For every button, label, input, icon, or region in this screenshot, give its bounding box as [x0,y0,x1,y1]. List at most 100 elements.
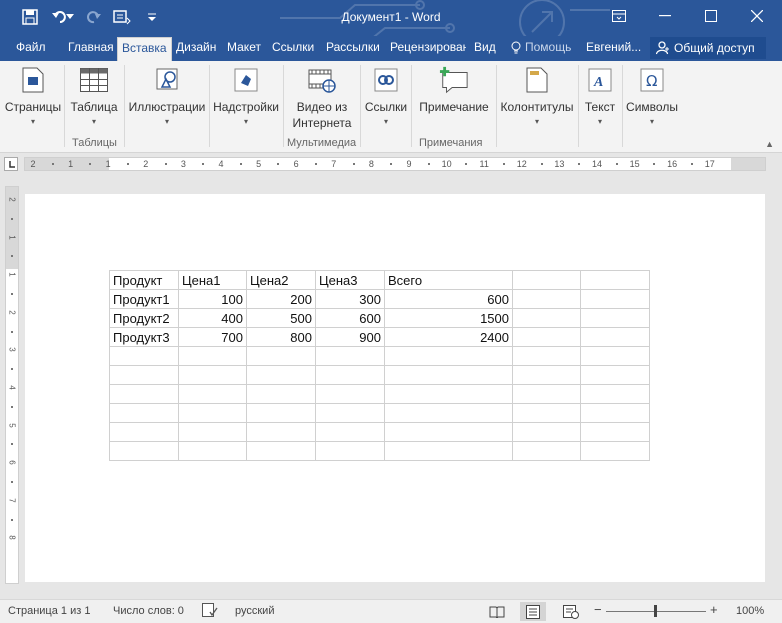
table-row[interactable] [109,441,650,461]
table-row[interactable]: Продукт1 100 200 300 600 [109,289,650,309]
table-cell[interactable] [315,403,385,423]
horizontal-ruler[interactable]: 2 1 1 2 3 4 5 6 7 8 9 10 11 12 13 14 15 16 17 [24,157,766,171]
table-cell[interactable] [512,270,581,290]
table-cell[interactable]: 300 [315,289,385,309]
table-cell[interactable] [512,384,581,404]
table-cell[interactable] [315,441,385,461]
table-cell[interactable] [512,422,581,442]
tab-layout[interactable]: Макет [227,40,261,54]
tell-me-box[interactable]: Помощь [511,40,571,54]
tab-references[interactable]: Ссылки [272,40,314,54]
table-header-row[interactable]: Продукт Цена1 Цена2 Цена3 Всего [109,270,650,290]
table-cell[interactable]: Цена2 [246,270,316,290]
table-cell[interactable] [246,422,316,442]
table-cell[interactable]: Всего [384,270,513,290]
table-cell[interactable] [384,403,513,423]
close-button[interactable] [734,0,780,32]
table-cell[interactable] [109,365,179,385]
user-name[interactable]: Евгений... [586,40,641,54]
table-cell[interactable] [580,403,650,423]
comment-button[interactable]: Примечание [414,65,494,115]
addins-button[interactable]: Надстройки ▾ [212,65,280,127]
maximize-button[interactable] [688,0,734,32]
vertical-ruler[interactable]: 2 1 1 2 3 4 5 6 7 8 [5,186,19,584]
table-cell[interactable] [512,441,581,461]
table-cell[interactable]: Продукт [109,270,179,290]
share-button[interactable]: Общий доступ [650,37,766,59]
text-button[interactable]: A Текст ▾ [580,65,620,127]
table-cell[interactable] [512,289,581,309]
table-cell[interactable] [580,327,650,347]
table-row[interactable] [109,346,650,366]
tab-design[interactable]: Дизайн [176,40,216,54]
links-button[interactable]: Ссылки ▾ [363,65,409,127]
tab-review[interactable]: Рецензирован [390,40,466,54]
table-cell[interactable] [384,384,513,404]
table-cell[interactable] [246,403,316,423]
table-row[interactable]: Продукт2 400 500 600 1500 [109,308,650,328]
illustrations-button[interactable]: Иллюстрации ▾ [127,65,207,127]
collapse-ribbon-icon[interactable]: ▲ [765,139,774,149]
tab-file[interactable]: Файл [16,40,46,54]
zoom-level[interactable]: 100% [736,605,764,617]
document-page[interactable]: Продукт Цена1 Цена2 Цена3 Всего Продукт1 100 20… [25,194,765,582]
table-cell[interactable] [512,346,581,366]
table-row[interactable] [109,365,650,385]
table-cell[interactable] [246,384,316,404]
table-cell[interactable]: Продукт2 [109,308,179,328]
table-cell[interactable] [384,441,513,461]
table-cell[interactable]: Продукт3 [109,327,179,347]
zoom-in-button[interactable]: + [710,602,718,617]
header-footer-button[interactable]: Колонтитулы ▾ [498,65,576,127]
table-cell[interactable] [246,346,316,366]
table-cell[interactable] [580,308,650,328]
table-cell[interactable] [178,365,247,385]
table-cell[interactable]: 1500 [384,308,513,328]
table-cell[interactable] [178,441,247,461]
table-cell[interactable] [384,346,513,366]
table-cell[interactable] [384,422,513,442]
table-row[interactable] [109,403,650,423]
table-cell[interactable] [315,422,385,442]
table-cell[interactable] [109,384,179,404]
zoom-out-button[interactable]: − [594,602,602,617]
tab-mailings[interactable]: Рассылки [326,40,380,54]
table-cell[interactable]: 600 [384,289,513,309]
table-cell[interactable] [512,308,581,328]
table-row[interactable]: Продукт3 700 800 900 2400 [109,327,650,347]
table-row[interactable] [109,422,650,442]
table-cell[interactable] [580,441,650,461]
table-cell[interactable] [580,270,650,290]
table-cell[interactable] [109,441,179,461]
table-cell[interactable] [109,422,179,442]
page-count[interactable]: Страница 1 из 1 [8,605,90,617]
table-row[interactable] [109,384,650,404]
ribbon-display-icon[interactable] [596,0,642,32]
document-table[interactable]: Продукт Цена1 Цена2 Цена3 Всего Продукт1 100 20… [109,270,650,461]
online-video-button[interactable]: Видео из Интернета [286,65,358,131]
read-mode-icon[interactable] [484,602,510,621]
tab-selector[interactable] [4,157,18,171]
tab-view[interactable]: Вид [474,40,496,54]
tab-home[interactable]: Главная [68,40,114,54]
table-cell[interactable] [580,422,650,442]
table-cell[interactable] [178,346,247,366]
table-cell[interactable] [315,346,385,366]
table-cell[interactable] [315,384,385,404]
table-cell[interactable]: Продукт1 [109,289,179,309]
table-cell[interactable]: 600 [315,308,385,328]
table-cell[interactable]: Цена1 [178,270,247,290]
table-cell[interactable]: 2400 [384,327,513,347]
table-cell[interactable] [512,365,581,385]
table-cell[interactable]: 800 [246,327,316,347]
table-cell[interactable] [580,346,650,366]
table-cell[interactable] [178,384,247,404]
table-cell[interactable] [246,365,316,385]
table-cell[interactable]: 700 [178,327,247,347]
table-cell[interactable]: 400 [178,308,247,328]
table-cell[interactable]: Цена3 [315,270,385,290]
table-cell[interactable] [580,384,650,404]
symbols-button[interactable]: Ω Символы ▾ [624,65,680,127]
web-layout-icon[interactable] [558,602,584,621]
table-cell[interactable] [246,441,316,461]
